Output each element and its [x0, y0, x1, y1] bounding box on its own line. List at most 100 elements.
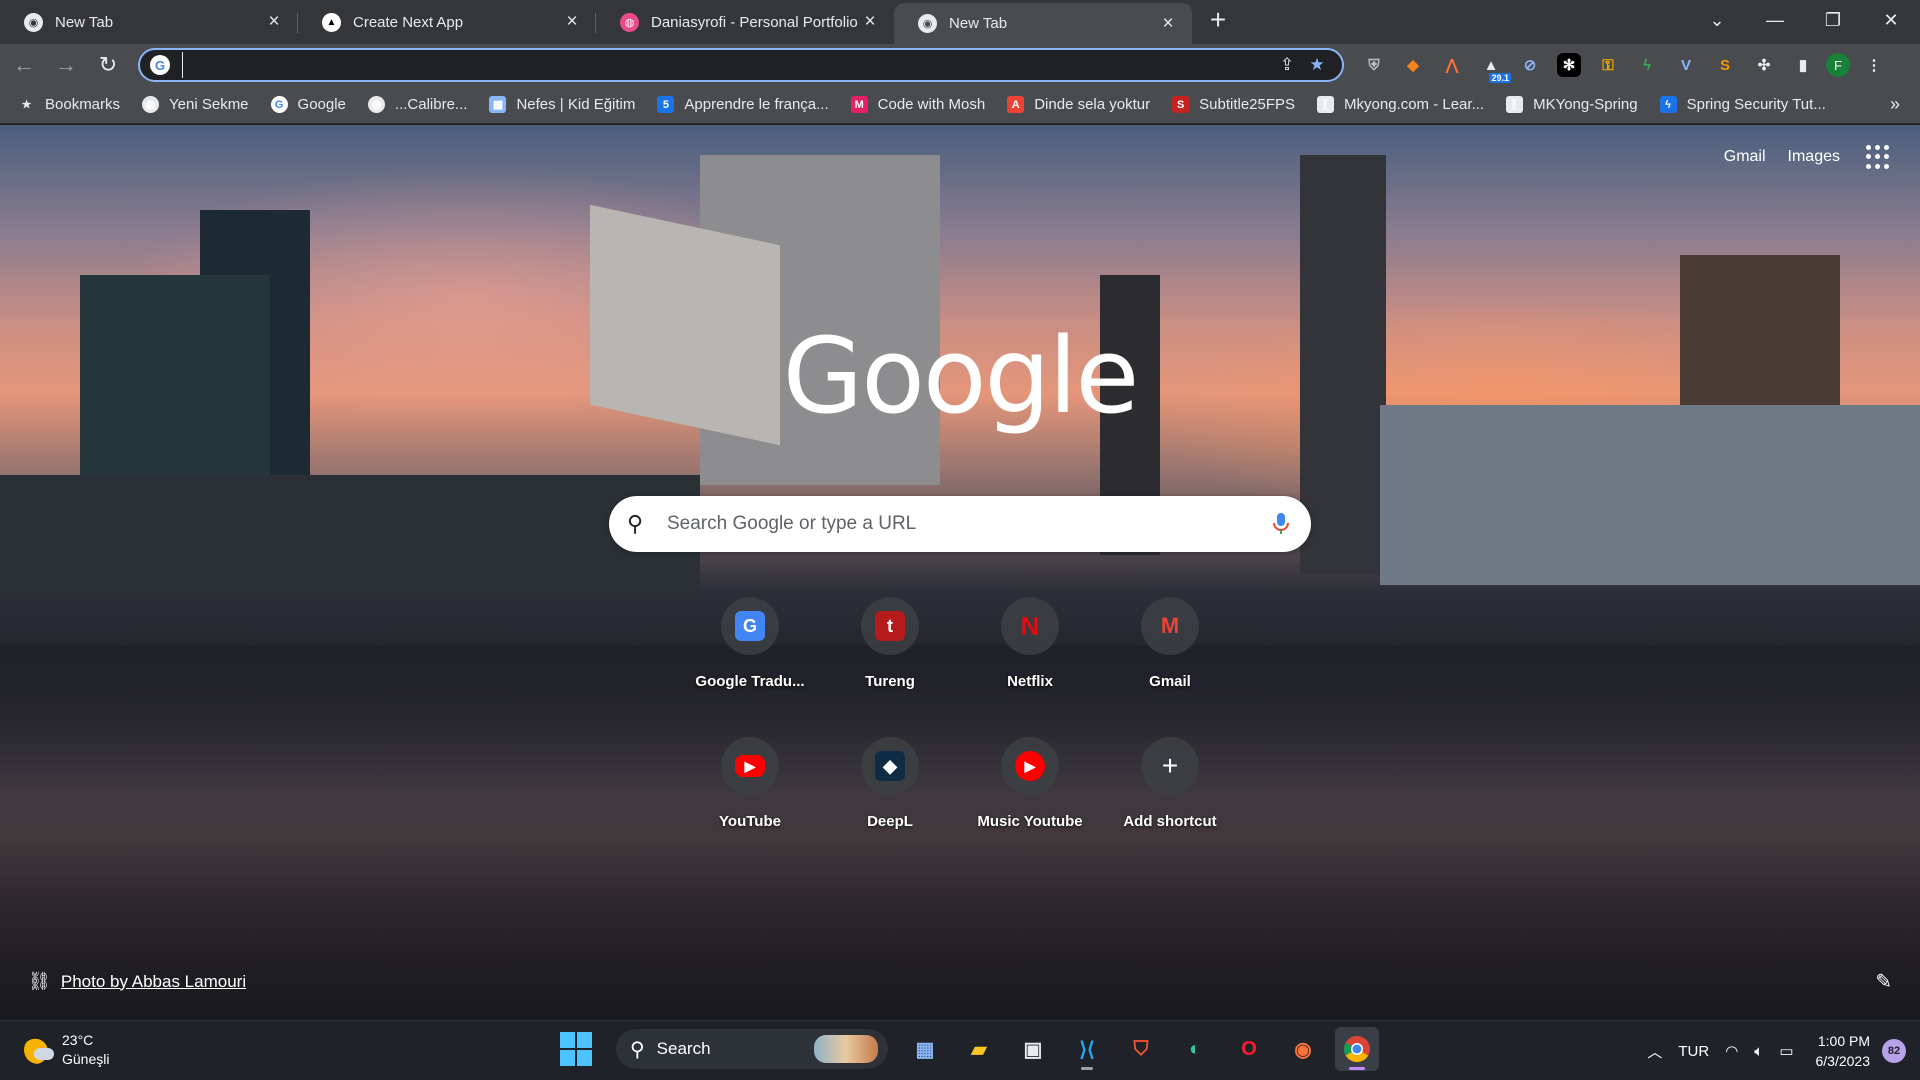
shortcut-label: Add shortcut: [1123, 813, 1217, 830]
shortcut-tile[interactable]: + Add shortcut: [1100, 731, 1240, 849]
shortcuts-grid: G Google Tradu... t Tureng N Netflix M Gmail ▶ Yo…: [680, 591, 1240, 849]
chrome-taskbar-icon[interactable]: [1335, 1027, 1379, 1071]
tab-new-tab-1[interactable]: ◉ New Tab ×: [0, 3, 298, 41]
mosh-icon: M: [850, 96, 868, 113]
chevron-up-icon[interactable]: ︿: [1647, 1041, 1662, 1062]
profile-avatar[interactable]: F: [1826, 53, 1850, 77]
close-icon[interactable]: ×: [562, 11, 582, 32]
shield-icon[interactable]: ⛨: [1358, 49, 1390, 81]
taskbar-search[interactable]: ⚲ Search: [616, 1029, 888, 1069]
restore-button[interactable]: ❐: [1804, 0, 1862, 40]
address-input[interactable]: [182, 52, 1272, 78]
vscode-icon[interactable]: ⟩⟨: [1065, 1027, 1109, 1071]
triangle-icon: ▲: [322, 12, 341, 32]
gmail-link[interactable]: Gmail: [1724, 148, 1766, 166]
ntp-search-box[interactable]: ⚲: [609, 496, 1311, 552]
terminal-icon[interactable]: ▣: [1011, 1027, 1055, 1071]
notification-badge[interactable]: 82: [1882, 1039, 1906, 1063]
partly-sunny-icon: [24, 1036, 54, 1064]
ntp-search-input[interactable]: [667, 513, 1269, 535]
drop-icon[interactable]: ⊘: [1514, 49, 1546, 81]
images-link[interactable]: Images: [1788, 148, 1840, 166]
customize-pencil-icon[interactable]: ✎: [1875, 969, 1892, 994]
shortcut-tile[interactable]: N Netflix: [960, 591, 1100, 709]
bookmark-item[interactable]: G Google: [270, 96, 346, 113]
bookmarks-overflow-icon[interactable]: »: [1890, 94, 1900, 115]
ntp-top-links: Gmail Images: [1702, 145, 1890, 169]
bookmark-item[interactable]: ★ Bookmarks: [18, 96, 120, 113]
forward-button[interactable]: →: [48, 47, 84, 83]
shortcut-tile[interactable]: ▶ YouTube: [680, 731, 820, 849]
clock[interactable]: 1:00 PM 6/3/2023: [1816, 1031, 1871, 1071]
bookmark-item[interactable]: ▦ Nefes | Kid Eğitim: [489, 96, 635, 113]
sidepanel-icon[interactable]: ▮: [1787, 49, 1819, 81]
share-icon[interactable]: ⇪: [1272, 50, 1302, 80]
bookmarks-bar: ★ Bookmarks ◍ Yeni Sekme G Google ◍ ...Calibre.…: [0, 86, 1920, 124]
shortcut-tile[interactable]: t Tureng: [820, 591, 960, 709]
new-tab-button[interactable]: +: [1200, 2, 1236, 38]
firefox-icon[interactable]: ◉: [1281, 1027, 1325, 1071]
wifi-icon[interactable]: ◠: [1725, 1042, 1738, 1060]
minimize-button[interactable]: —: [1746, 0, 1804, 40]
bookmark-item[interactable]: ◍ ...Calibre...: [367, 96, 468, 113]
language-indicator[interactable]: TUR: [1678, 1043, 1709, 1060]
menu-kebab-icon[interactable]: ⋮: [1858, 49, 1890, 81]
image-icon: ▦: [489, 96, 507, 113]
volume-icon[interactable]: 🔈︎: [1754, 1043, 1763, 1060]
battery-icon[interactable]: ▭: [1779, 1042, 1793, 1060]
bookmark-item[interactable]: M Code with Mosh: [850, 96, 985, 113]
file-explorer-icon[interactable]: ▰: [957, 1027, 1001, 1071]
tab-new-tab-active[interactable]: ◉ New Tab ×: [894, 3, 1192, 44]
shortcut-icon-circle: ▶: [721, 737, 779, 795]
bookmark-item[interactable]: ϟ Spring Security Tut...: [1659, 96, 1826, 113]
close-icon[interactable]: ×: [264, 11, 284, 32]
reload-button[interactable]: ↻: [90, 47, 126, 83]
sub-icon: S: [1172, 96, 1190, 113]
bookmark-star-icon[interactable]: ★: [1302, 50, 1332, 80]
metamask-icon[interactable]: ◆: [1397, 49, 1429, 81]
windows-start-icon[interactable]: [560, 1032, 594, 1066]
bookmark-label: MKYong-Spring: [1533, 96, 1638, 113]
bookmark-item[interactable]: ⟦ MKYong-Spring: [1506, 96, 1638, 113]
tab-search-chevron-icon[interactable]: ⌄: [1688, 0, 1746, 40]
shortcut-icon-circle: +: [1141, 737, 1199, 795]
bookmark-item[interactable]: S Subtitle25FPS: [1172, 96, 1295, 113]
address-bar[interactable]: G ⇪ ★: [138, 48, 1344, 82]
bookmark-item[interactable]: ◍ Yeni Sekme: [142, 96, 249, 113]
snowflake-icon[interactable]: ✻: [1557, 53, 1581, 77]
bolt-icon[interactable]: ϟ: [1631, 49, 1663, 81]
close-window-button[interactable]: ✕: [1862, 0, 1920, 40]
extension-badge-icon[interactable]: ▲ 29.1: [1475, 49, 1511, 83]
lock-icon[interactable]: ⚿: [1592, 49, 1624, 81]
shortcut-tile[interactable]: G Google Tradu...: [680, 591, 820, 709]
shortcut-tile[interactable]: ◆ DeepL: [820, 731, 960, 849]
shortcut-tile[interactable]: ▶ Music Youtube: [960, 731, 1100, 849]
brave-icon[interactable]: ⛉: [1119, 1027, 1163, 1071]
taskbar-search-label: Search: [656, 1039, 711, 1058]
photo-credit-link[interactable]: Photo by Abbas Lamouri: [61, 972, 246, 992]
edge-icon[interactable]: ◐: [1173, 1027, 1217, 1071]
bookmark-item[interactable]: ⟦ Mkyong.com - Lear...: [1317, 96, 1484, 113]
s-icon[interactable]: S: [1709, 49, 1741, 81]
globe-icon: ◍: [367, 96, 385, 113]
opera-icon[interactable]: O: [1227, 1027, 1271, 1071]
new-tab-page: Gmail Images Google ⚲ G Google Tradu... t T…: [0, 125, 1920, 1020]
microphone-icon[interactable]: [1269, 512, 1293, 536]
bookmark-label: ...Calibre...: [394, 96, 468, 113]
tab-portfolio[interactable]: ◍ Daniasyrofi - Personal Portfolio L ×: [596, 3, 894, 41]
photos-app-icon[interactable]: ▦: [903, 1027, 947, 1071]
fox-icon[interactable]: ⋀: [1436, 49, 1468, 81]
puzzle-icon[interactable]: ✣: [1748, 49, 1780, 81]
close-icon[interactable]: ×: [1158, 13, 1178, 34]
tab-create-next-app[interactable]: ▲ Create Next App ×: [298, 3, 596, 41]
shortcut-icon-circle: N: [1001, 597, 1059, 655]
shortcut-tile[interactable]: M Gmail: [1100, 591, 1240, 709]
bookmark-item[interactable]: A Dinde sela yoktur: [1007, 96, 1150, 113]
apps-grid-icon[interactable]: [1866, 145, 1890, 169]
bookmark-label: Subtitle25FPS: [1199, 96, 1296, 113]
v-icon[interactable]: V: [1670, 49, 1702, 81]
weather-widget[interactable]: 23°C Güneşli: [24, 1031, 109, 1069]
close-icon[interactable]: ×: [860, 11, 880, 32]
bookmark-item[interactable]: 5 Apprendre le frança...: [657, 96, 829, 113]
back-button[interactable]: ←: [6, 47, 42, 83]
